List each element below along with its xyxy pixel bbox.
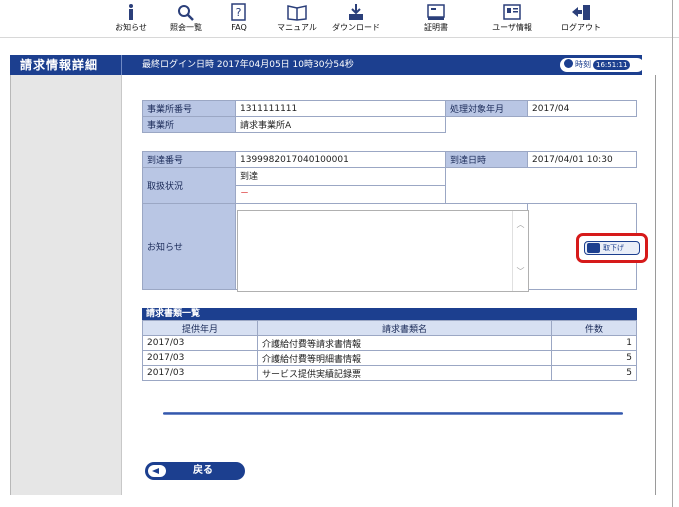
page-title: 請求情報詳細 bbox=[10, 55, 122, 75]
clock-time: 16:51:11 bbox=[593, 60, 631, 70]
arrival-no-label: 到達番号 bbox=[142, 151, 236, 168]
toolbar-download-button[interactable]: ダウンロード bbox=[330, 3, 382, 35]
row-document-name: 介護給付費等明細書情報 bbox=[257, 350, 552, 366]
top-toolbar: お知らせ 照会一覧 ? FAQ マニュアル ダウンロード 証明書 ユーザ情報 ロ… bbox=[0, 0, 679, 38]
period-label: 処理対象年月 bbox=[445, 100, 528, 117]
document-list-table: 提供年月 請求書類名 件数 2017/03 介護給付費等請求書情報 1 2017… bbox=[142, 320, 637, 381]
certificate-icon bbox=[427, 4, 445, 20]
office-no-label: 事業所番号 bbox=[142, 100, 236, 117]
status-value: 到達 bbox=[236, 168, 445, 186]
office-no-value: 1311111111 bbox=[235, 100, 446, 117]
col-header-month: 提供年月 bbox=[142, 320, 258, 336]
table-row: 2017/03 介護給付費等請求書情報 1 bbox=[142, 335, 637, 351]
left-sidebar bbox=[10, 75, 122, 495]
title-bar: 請求情報詳細 最終ログイン日時 2017年04月05日 10時30分54秒 時刻… bbox=[10, 55, 644, 75]
back-button[interactable]: 戻る bbox=[145, 462, 245, 480]
toolbar-user-info-button[interactable]: ユーザ情報 bbox=[486, 3, 538, 35]
question-icon: ? bbox=[231, 3, 246, 21]
scroll-down-icon[interactable]: ﹀ bbox=[513, 266, 528, 277]
table-row: 2017/03 サービス提供実績記録票 5 bbox=[142, 365, 637, 381]
row-month: 2017/03 bbox=[142, 335, 258, 351]
user-card-icon bbox=[503, 4, 521, 20]
withdraw-button-highlight: 取下げ bbox=[576, 233, 648, 263]
row-month: 2017/03 bbox=[142, 365, 258, 381]
arrival-datetime-label: 到達日時 bbox=[445, 151, 528, 168]
logout-icon bbox=[572, 5, 590, 20]
toolbar-logout-button[interactable]: ログアウト bbox=[555, 3, 607, 35]
clock-icon bbox=[564, 59, 573, 68]
status-sub-value: － bbox=[240, 189, 250, 199]
clock-display: 時刻 16:51:11 bbox=[560, 58, 644, 72]
document-list-title: 請求書類一覧 bbox=[142, 308, 637, 320]
toolbar-news-button[interactable]: お知らせ bbox=[105, 3, 157, 35]
withdraw-icon bbox=[587, 243, 600, 253]
info-icon bbox=[129, 4, 133, 20]
back-arrow-icon bbox=[148, 465, 166, 477]
toolbar-manual-button[interactable]: マニュアル bbox=[271, 3, 323, 35]
period-value: 2017/04 bbox=[527, 100, 637, 117]
frame-divider bbox=[655, 75, 656, 495]
notice-textarea[interactable]: ︿ ﹀ bbox=[237, 210, 529, 292]
office-label: 事業所 bbox=[142, 116, 236, 133]
office-value: 請求事業所A bbox=[235, 116, 446, 133]
notice-label: お知らせ bbox=[142, 203, 236, 290]
section-divider bbox=[163, 412, 623, 415]
search-icon bbox=[178, 5, 194, 21]
status-label: 取扱状況 bbox=[142, 167, 236, 204]
toolbar-inquiry-list-button[interactable]: 照会一覧 bbox=[160, 3, 212, 35]
col-header-name: 請求書類名 bbox=[257, 320, 552, 336]
table-row: 2017/03 介護給付費等明細書情報 5 bbox=[142, 350, 637, 366]
svg-text:?: ? bbox=[236, 6, 242, 19]
arrival-no-value: 1399982017040100001 bbox=[235, 151, 446, 168]
withdraw-button[interactable]: 取下げ bbox=[584, 241, 640, 255]
book-icon bbox=[287, 5, 307, 21]
row-count: 1 bbox=[551, 335, 637, 351]
toolbar-certificate-button[interactable]: 証明書 bbox=[410, 3, 462, 35]
download-icon bbox=[349, 4, 363, 20]
arrival-datetime-value: 2017/04/01 10:30 bbox=[527, 151, 637, 168]
row-count: 5 bbox=[551, 365, 637, 381]
last-login-text: 最終ログイン日時 2017年04月05日 10時30分54秒 bbox=[142, 60, 354, 70]
row-document-name: サービス提供実績記録票 bbox=[257, 365, 552, 381]
row-month: 2017/03 bbox=[142, 350, 258, 366]
row-count: 5 bbox=[551, 350, 637, 366]
window-edge bbox=[672, 0, 673, 507]
toolbar-faq-button[interactable]: ? FAQ bbox=[213, 3, 265, 35]
notice-scrollbar[interactable]: ︿ ﹀ bbox=[512, 211, 528, 291]
col-header-count: 件数 bbox=[551, 320, 637, 336]
office-info-table: 事業所番号 1311111111 処理対象年月 2017/04 事業所 請求事業… bbox=[142, 100, 637, 133]
row-document-name: 介護給付費等請求書情報 bbox=[257, 335, 552, 351]
scroll-up-icon[interactable]: ︿ bbox=[513, 219, 528, 230]
